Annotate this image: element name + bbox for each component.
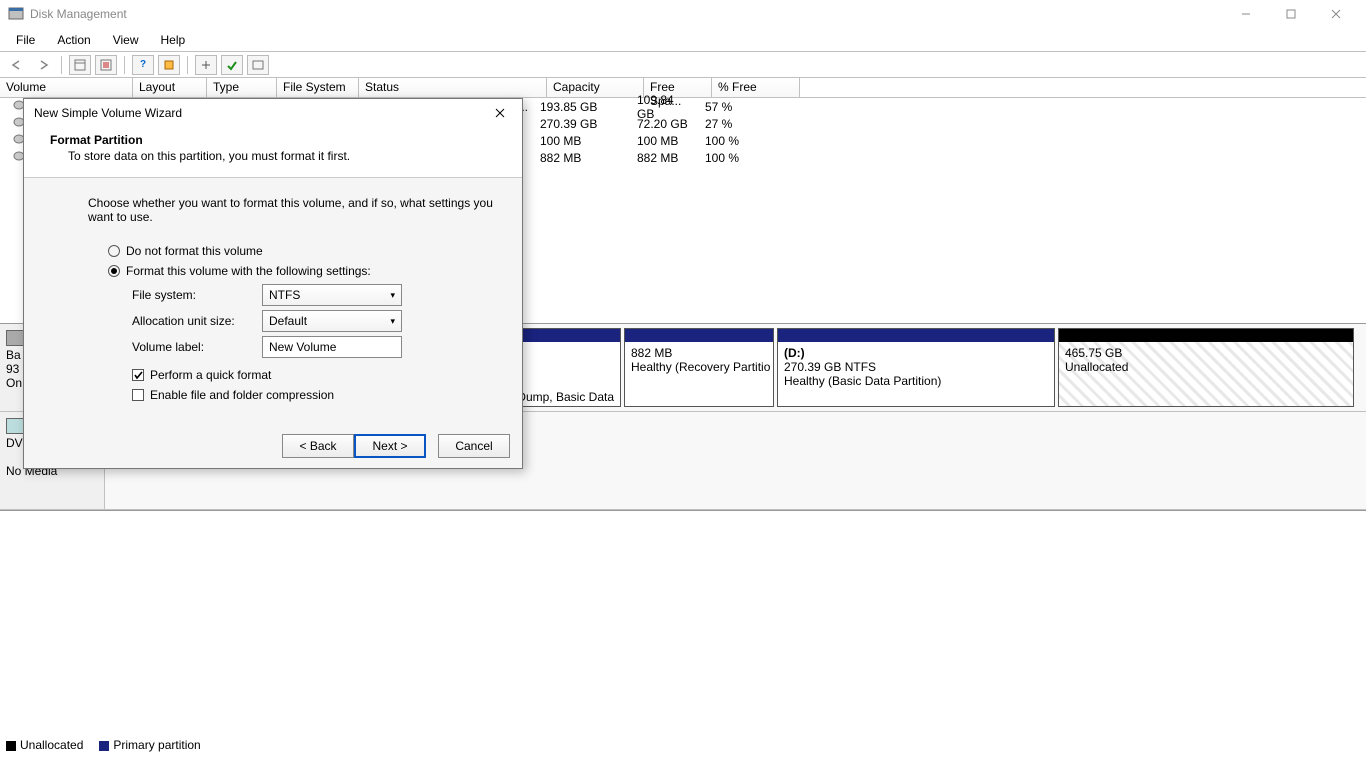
- partition-name: (D:): [784, 346, 1048, 360]
- volume-label-value: New Volume: [269, 340, 336, 354]
- partition-box-unallocated[interactable]: 465.75 GB Unallocated: [1058, 328, 1354, 407]
- col-volume[interactable]: Volume: [0, 78, 133, 97]
- pct-cell: 27 %: [699, 117, 787, 131]
- wizard-subheading: To store data on this partition, you mus…: [68, 149, 504, 163]
- next-button[interactable]: Next >: [354, 434, 426, 458]
- compression-checkbox[interactable]: Enable file and folder compression: [132, 388, 494, 402]
- capacity-cell: 100 MB: [534, 134, 631, 148]
- partition-detail: 270.39 GB NTFS: [784, 360, 1048, 374]
- partition-status: Healthy (Recovery Partitio: [631, 360, 767, 374]
- volume-label-row: Volume label: New Volume: [132, 336, 494, 358]
- menu-help[interactable]: Help: [151, 31, 196, 49]
- legend-primary-swatch: [99, 741, 109, 751]
- radio-label: Do not format this volume: [126, 244, 263, 258]
- pct-cell: 100 %: [699, 151, 787, 165]
- menu-file[interactable]: File: [6, 31, 45, 49]
- volume-label-label: Volume label:: [132, 340, 262, 354]
- maximize-button[interactable]: [1268, 0, 1313, 28]
- wizard-title: New Simple Volume Wizard: [34, 106, 488, 120]
- allocation-label: Allocation unit size:: [132, 314, 262, 328]
- free-cell: 72.20 GB: [631, 117, 699, 131]
- chevron-down-icon: ▾: [390, 290, 395, 301]
- col-type[interactable]: Type: [207, 78, 277, 97]
- wizard-description: Choose whether you want to format this v…: [88, 196, 494, 224]
- capacity-cell: 193.85 GB: [534, 100, 631, 114]
- wizard-heading: Format Partition: [50, 133, 504, 147]
- checkbox-icon: [132, 389, 144, 401]
- menu-action[interactable]: Action: [47, 31, 100, 49]
- partition-size: 882 MB: [631, 346, 767, 360]
- checkbox-icon: [132, 369, 144, 381]
- toolbar-btn-4[interactable]: [195, 55, 217, 75]
- radio-label: Format this volume with the following se…: [126, 264, 371, 278]
- back-icon[interactable]: [6, 55, 28, 75]
- col-filesystem[interactable]: File System: [277, 78, 359, 97]
- toolbar-btn-2[interactable]: [95, 55, 117, 75]
- legend-unallocated-swatch: [6, 741, 16, 751]
- toolbar: ?: [0, 52, 1366, 78]
- toolbar-btn-5[interactable]: [221, 55, 243, 75]
- back-button[interactable]: < Back: [282, 434, 354, 458]
- col-capacity[interactable]: Capacity: [547, 78, 644, 97]
- toolbar-btn-6[interactable]: [247, 55, 269, 75]
- forward-icon[interactable]: [32, 55, 54, 75]
- legend: Unallocated Primary partition: [6, 738, 201, 752]
- filesystem-label: File system:: [132, 288, 262, 302]
- partition-status: Unallocated: [1065, 360, 1347, 374]
- filesystem-value: NTFS: [269, 288, 300, 302]
- minimize-button[interactable]: [1223, 0, 1268, 28]
- partition-status: Healthy (Basic Data Partition): [784, 374, 1048, 388]
- col-pctfree[interactable]: % Free: [712, 78, 800, 97]
- free-cell: 882 MB: [631, 151, 699, 165]
- partition-size: 465.75 GB: [1065, 346, 1347, 360]
- new-simple-volume-wizard: New Simple Volume Wizard Format Partitio…: [23, 98, 523, 469]
- quick-format-label: Perform a quick format: [150, 368, 271, 382]
- filesystem-select[interactable]: NTFS ▾: [262, 284, 402, 306]
- radio-icon: [108, 265, 120, 277]
- volume-label-input[interactable]: New Volume: [262, 336, 402, 358]
- menu-view[interactable]: View: [103, 31, 149, 49]
- filesystem-row: File system: NTFS ▾: [132, 284, 494, 306]
- quick-format-checkbox[interactable]: Perform a quick format: [132, 368, 494, 382]
- wizard-header: Format Partition To store data on this p…: [24, 127, 522, 178]
- compression-label: Enable file and folder compression: [150, 388, 334, 402]
- app-icon: [8, 6, 24, 22]
- wizard-close-button[interactable]: [488, 103, 512, 123]
- wizard-titlebar[interactable]: New Simple Volume Wizard: [24, 99, 522, 127]
- toolbar-btn-1[interactable]: [69, 55, 91, 75]
- capacity-cell: 270.39 GB: [534, 117, 631, 131]
- menu-bar: File Action View Help: [0, 28, 1366, 52]
- help-icon[interactable]: ?: [132, 55, 154, 75]
- close-button[interactable]: [1313, 0, 1358, 28]
- partition-box[interactable]: (D:) 270.39 GB NTFS Healthy (Basic Data …: [777, 328, 1055, 407]
- wizard-footer: < Back Next > Cancel: [24, 424, 522, 468]
- legend-unallocated-label: Unallocated: [20, 738, 83, 752]
- partition-box[interactable]: 882 MB Healthy (Recovery Partitio: [624, 328, 774, 407]
- title-bar: Disk Management: [0, 0, 1366, 28]
- free-cell: 100 MB: [631, 134, 699, 148]
- toolbar-btn-3[interactable]: [158, 55, 180, 75]
- allocation-select[interactable]: Default ▾: [262, 310, 402, 332]
- col-status[interactable]: Status: [359, 78, 547, 97]
- radio-icon: [108, 245, 120, 257]
- chevron-down-icon: ▾: [390, 316, 395, 327]
- radio-format-with-settings[interactable]: Format this volume with the following se…: [108, 264, 494, 278]
- col-layout[interactable]: Layout: [133, 78, 207, 97]
- cancel-button[interactable]: Cancel: [438, 434, 510, 458]
- legend-primary-label: Primary partition: [113, 738, 200, 752]
- pct-cell: 57 %: [699, 100, 787, 114]
- window-title: Disk Management: [30, 7, 1223, 21]
- wizard-body: Choose whether you want to format this v…: [24, 178, 522, 424]
- allocation-value: Default: [269, 314, 307, 328]
- radio-do-not-format[interactable]: Do not format this volume: [108, 244, 494, 258]
- pct-cell: 100 %: [699, 134, 787, 148]
- capacity-cell: 882 MB: [534, 151, 631, 165]
- allocation-row: Allocation unit size: Default ▾: [132, 310, 494, 332]
